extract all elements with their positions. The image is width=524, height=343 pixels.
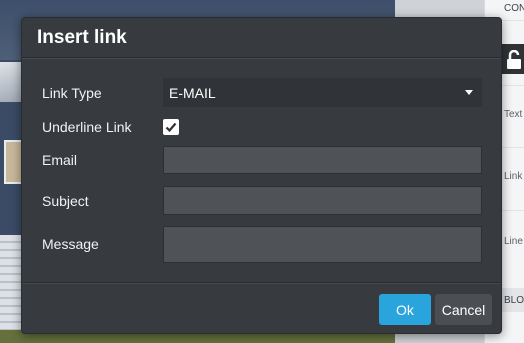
dialog-header: Insert link xyxy=(22,18,501,58)
link-type-label: Link Type xyxy=(42,85,102,101)
dialog-title: Insert link xyxy=(37,27,127,48)
side-label-text: Text xyxy=(504,109,523,120)
side-label-link: Link xyxy=(504,171,523,182)
dialog-footer-divider xyxy=(22,282,501,283)
subject-label: Subject xyxy=(42,193,89,209)
house-garage xyxy=(0,235,22,330)
message-field[interactable] xyxy=(163,226,482,263)
cancel-button[interactable]: Cancel xyxy=(435,294,492,325)
side-label-line: Line xyxy=(504,236,523,247)
ok-button[interactable]: Ok xyxy=(379,294,431,325)
message-label: Message xyxy=(42,236,99,252)
link-type-select[interactable]: E-MAIL xyxy=(163,78,482,107)
email-field[interactable] xyxy=(163,146,482,174)
lock-open-icon xyxy=(507,50,521,69)
side-label-con: CON xyxy=(504,3,524,14)
email-label: Email xyxy=(42,152,78,168)
underline-link-label: Underline Link xyxy=(42,119,132,135)
checkmark-icon xyxy=(165,122,177,133)
link-type-value: E-MAIL xyxy=(169,85,216,101)
underline-link-checkbox[interactable] xyxy=(163,119,179,135)
insert-link-dialog: Insert link Link Type E-MAIL Underline L… xyxy=(21,17,502,334)
subject-field[interactable] xyxy=(163,186,482,215)
side-label-blocks: BLO xyxy=(504,295,524,306)
caret-down-icon xyxy=(465,90,473,95)
